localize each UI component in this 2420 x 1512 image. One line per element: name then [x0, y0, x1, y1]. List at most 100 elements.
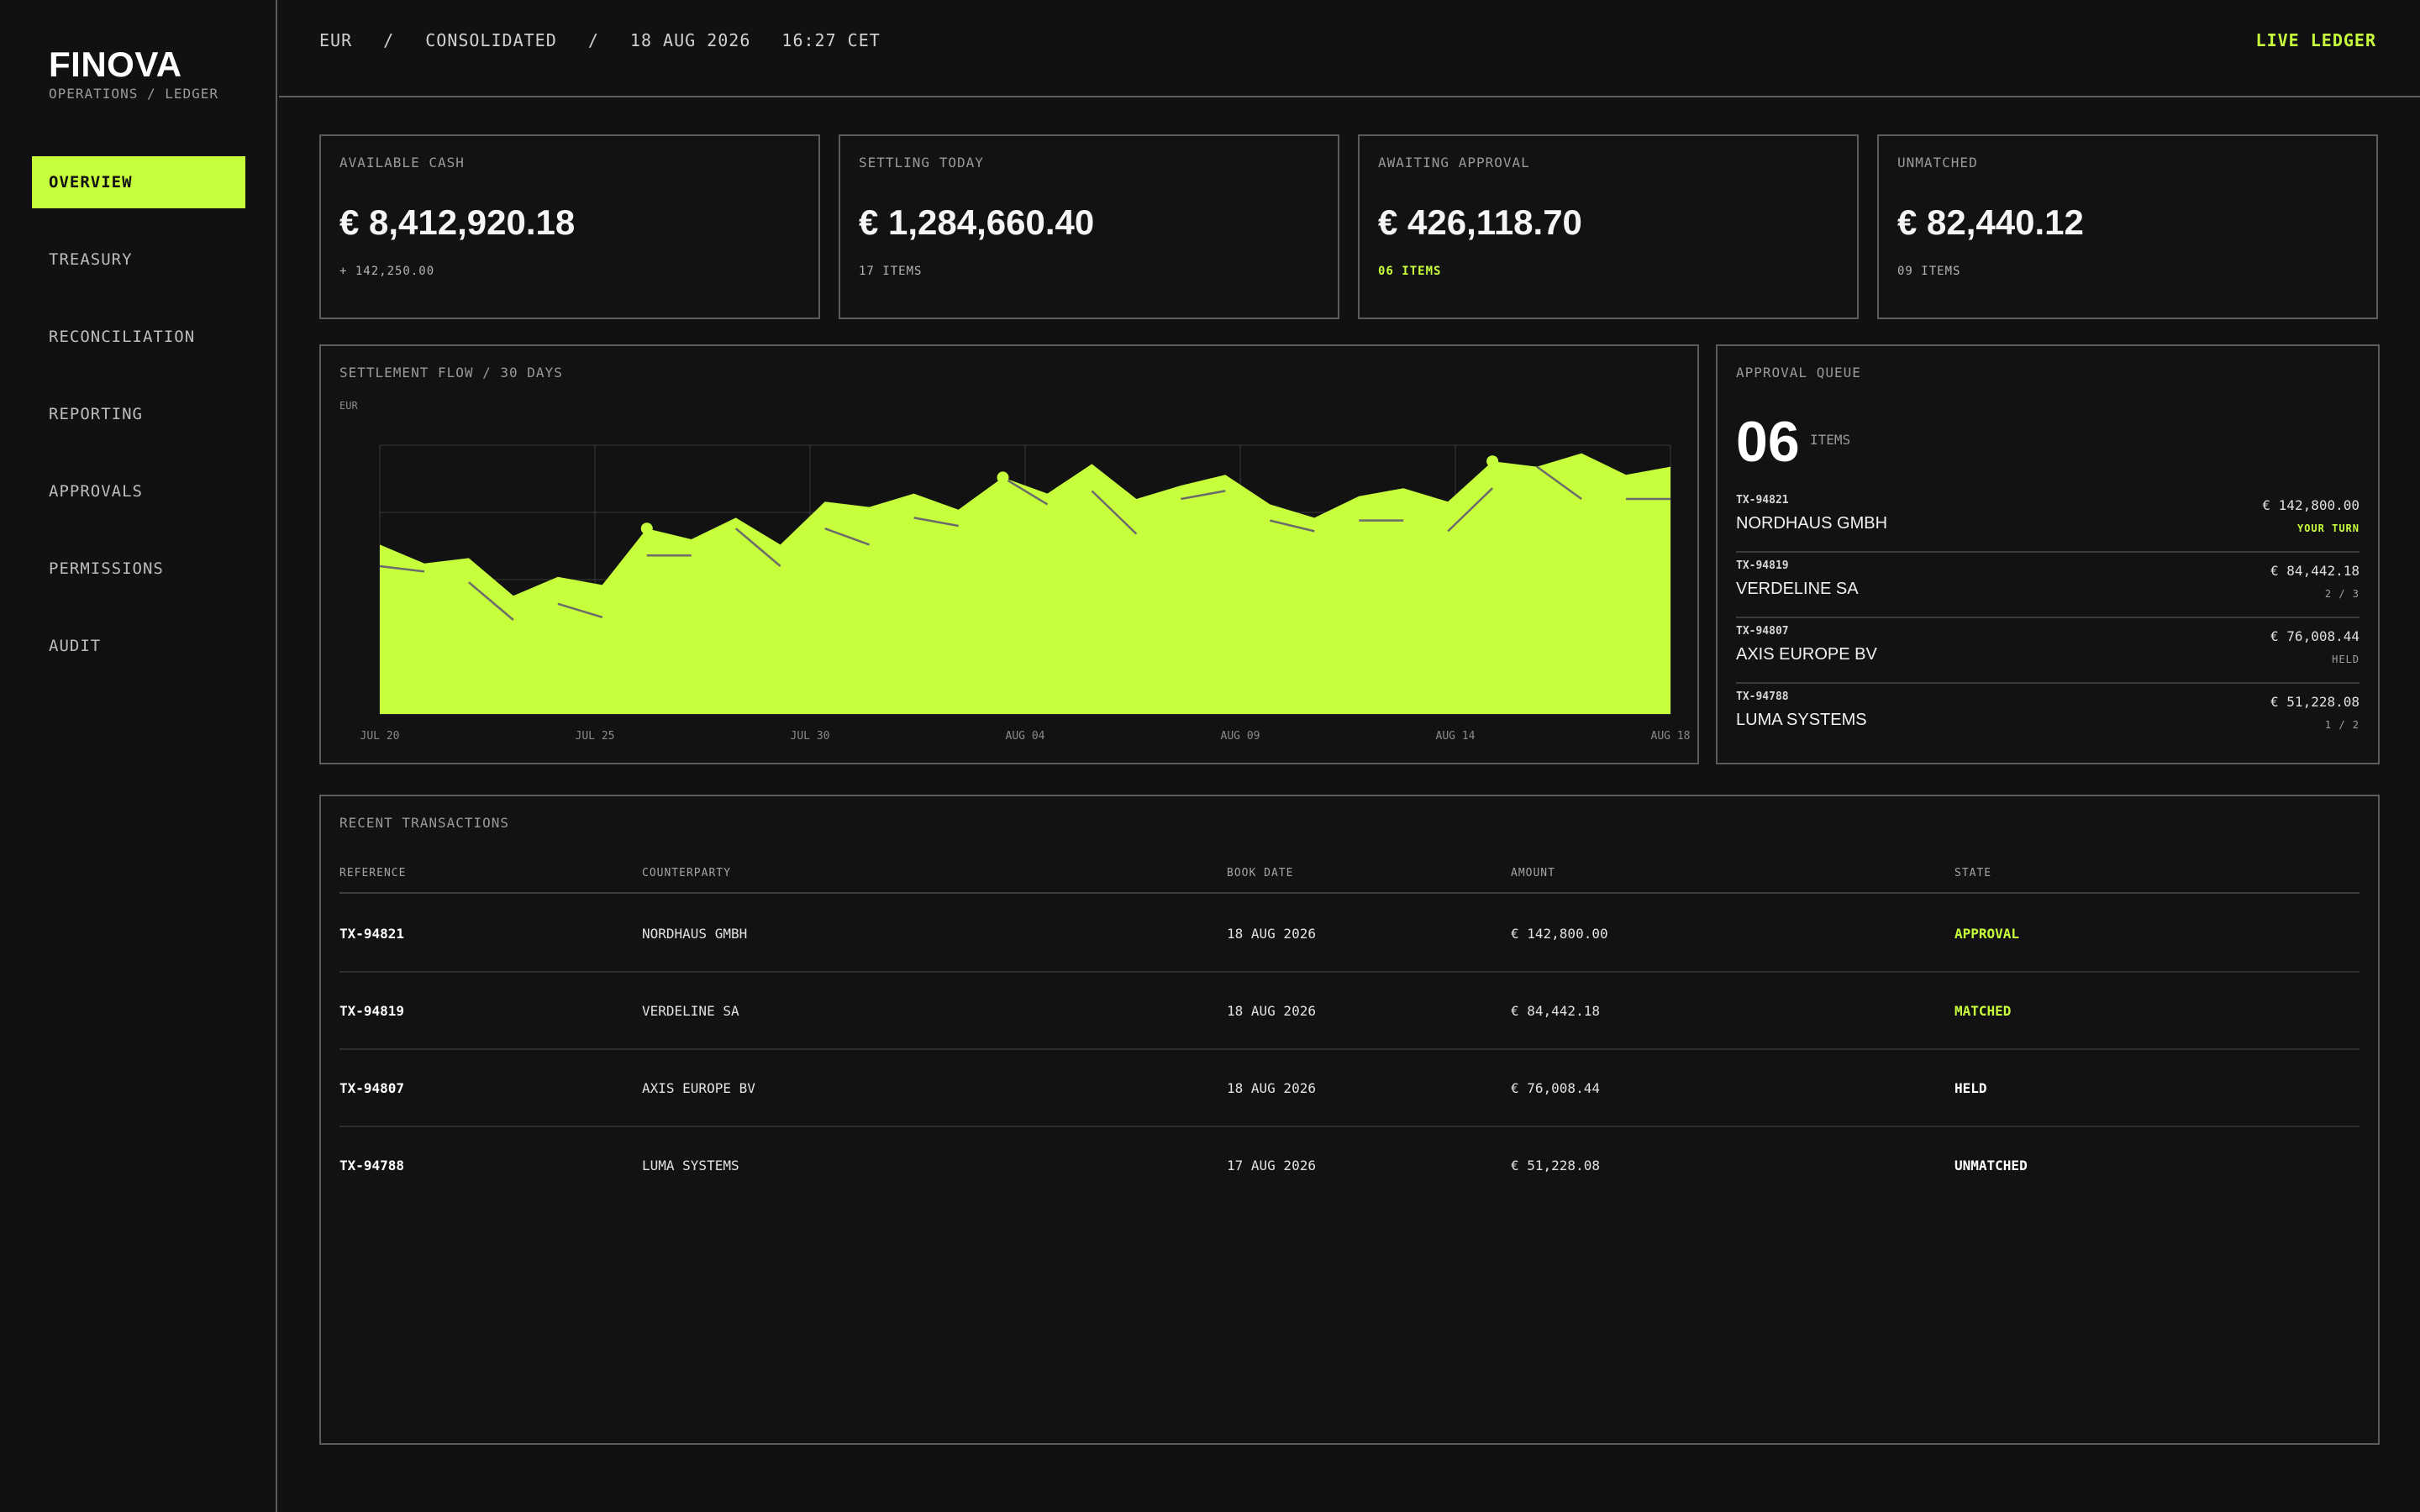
x-axis-tick-label: AUG 18: [1651, 730, 1691, 743]
kpi-count: 17 ITEMS: [859, 265, 923, 278]
kpi-label: SETTLING TODAY: [859, 155, 984, 171]
recent-transactions: RECENT TRANSACTIONS REFERENCE COUNTERPAR…: [319, 795, 2380, 1445]
queue-ref: TX-94821: [1736, 494, 1789, 507]
sidebar-item-reconciliation[interactable]: RECONCILIATION: [32, 311, 245, 363]
kpi-count: 06 ITEMS: [1378, 265, 1442, 278]
kpi-value: € 1,284,660.40: [859, 202, 1095, 242]
queue-amount: € 76,008.44: [2270, 628, 2360, 644]
column-header-state[interactable]: STATE: [1954, 867, 1991, 879]
cell-counterparty: LUMA SYSTEMS: [642, 1158, 739, 1173]
sidebar-item-approvals[interactable]: APPROVALS: [32, 465, 245, 517]
table-row[interactable]: TX-94821 NORDHAUS GMBH 18 AUG 2026 € 142…: [339, 895, 2360, 973]
column-header-counterparty[interactable]: COUNTERPARTY: [642, 867, 731, 879]
kpi-settling-today[interactable]: SETTLING TODAY € 1,284,660.40 17 ITEMS: [839, 134, 1339, 319]
sidebar-item-reporting[interactable]: REPORTING: [32, 388, 245, 440]
data-point-marker: [640, 522, 653, 535]
approval-queue: APPROVAL QUEUE 06 ITEMS TX-94821 NORDHAU…: [1716, 344, 2380, 764]
crumb-separator: /: [383, 30, 395, 50]
cell-amount: € 84,442.18: [1511, 1003, 1600, 1019]
breadcrumb: EUR / CONSOLIDATED / 18 AUG 2026 16:27 C…: [319, 30, 901, 50]
cell-book-date: 18 AUG 2026: [1227, 1003, 1316, 1019]
kpi-value: € 426,118.70: [1378, 202, 1582, 242]
brand-name: FINOVA: [49, 45, 182, 84]
queue-ref: TX-94819: [1736, 559, 1789, 572]
kpi-value: € 8,412,920.18: [339, 202, 576, 242]
queue-amount: € 142,800.00: [2262, 497, 2360, 513]
kpi-available-cash[interactable]: AVAILABLE CASH € 8,412,920.18 + 142,250.…: [319, 134, 820, 319]
kpi-awaiting-approval[interactable]: AWAITING APPROVAL € 426,118.70 06 ITEMS: [1358, 134, 1859, 319]
data-point-marker: [997, 471, 1009, 484]
cell-reference: TX-94807: [339, 1080, 405, 1096]
cell-state: HELD: [1954, 1080, 1987, 1096]
x-axis-tick-label: AUG 14: [1436, 730, 1476, 743]
table-row[interactable]: TX-94807 AXIS EUROPE BV 18 AUG 2026 € 76…: [339, 1050, 2360, 1127]
kpi-label: AVAILABLE CASH: [339, 155, 465, 171]
queue-count: 06: [1736, 410, 1800, 474]
kpi-unmatched[interactable]: UNMATCHED € 82,440.12 09 ITEMS: [1877, 134, 2378, 319]
queue-item[interactable]: TX-94788 LUMA SYSTEMS € 51,228.08 1 / 2: [1736, 684, 2360, 749]
queue-status: 1 / 2: [2324, 719, 2360, 731]
queue-ref: TX-94788: [1736, 690, 1789, 703]
table-row[interactable]: TX-94788 LUMA SYSTEMS 17 AUG 2026 € 51,2…: [339, 1127, 2360, 1205]
kpi-delta: + 142,250.00: [339, 265, 435, 278]
queue-count-label: ITEMS: [1810, 432, 1851, 448]
brand: FINOVA OPERATIONS / LEDGER: [49, 47, 218, 102]
kpi-value: € 82,440.12: [1897, 202, 2084, 242]
sidebar: FINOVA OPERATIONS / LEDGER OVERVIEW TREA…: [0, 0, 277, 1512]
queue-counterparty: VERDELINE SA: [1736, 580, 1859, 598]
sidebar-item-overview[interactable]: OVERVIEW: [32, 156, 245, 208]
sidebar-nav: OVERVIEW TREASURY RECONCILIATION REPORTI…: [32, 156, 245, 697]
settlement-flow-chart: SETTLEMENT FLOW / 30 DAYS EUR JUL 20 JUL …: [319, 344, 1699, 764]
cell-state: UNMATCHED: [1954, 1158, 2028, 1173]
cell-state: MATCHED: [1954, 1003, 2012, 1019]
brand-subtitle: OPERATIONS / LEDGER: [49, 86, 219, 102]
cell-amount: € 51,228.08: [1511, 1158, 1600, 1173]
cell-reference: TX-94819: [339, 1003, 405, 1019]
table-body: TX-94821 NORDHAUS GMBH 18 AUG 2026 € 142…: [339, 895, 2360, 1205]
queue-title: APPROVAL QUEUE: [1736, 365, 1861, 381]
cell-amount: € 142,800.00: [1511, 926, 1608, 942]
kpi-label: UNMATCHED: [1897, 155, 1978, 171]
crumb-scope[interactable]: CONSOLIDATED: [425, 30, 557, 50]
table-row[interactable]: TX-94819 VERDELINE SA 18 AUG 2026 € 84,4…: [339, 973, 2360, 1050]
live-ledger-indicator[interactable]: LIVE LEDGER: [2256, 30, 2376, 50]
cell-book-date: 17 AUG 2026: [1227, 1158, 1316, 1173]
cell-reference: TX-94821: [339, 926, 405, 942]
crumb-currency[interactable]: EUR: [319, 30, 352, 50]
column-header-reference[interactable]: REFERENCE: [339, 867, 406, 879]
chart-canvas: JUL 20 JUL 25 JUL 30 AUG 04 AUG 09 AUG 14 AUG …: [360, 444, 1691, 743]
cell-counterparty: NORDHAUS GMBH: [642, 926, 748, 942]
queue-item[interactable]: TX-94807 AXIS EUROPE BV € 76,008.44 HELD: [1736, 618, 2360, 684]
sidebar-item-audit[interactable]: AUDIT: [32, 620, 245, 672]
table-header: REFERENCE COUNTERPARTY BOOK DATE AMOUNT …: [339, 860, 2360, 894]
data-point-marker: [1486, 455, 1499, 468]
x-axis-tick-label: JUL 25: [576, 730, 615, 743]
crumb-time: 16:27 CET: [781, 30, 881, 50]
kpi-label: AWAITING APPROVAL: [1378, 155, 1530, 171]
queue-item[interactable]: TX-94819 VERDELINE SA € 84,442.18 2 / 3: [1736, 553, 2360, 618]
queue-amount: € 51,228.08: [2270, 694, 2360, 710]
queue-item[interactable]: TX-94821 NORDHAUS GMBH € 142,800.00 YOUR…: [1736, 487, 2360, 553]
queue-counterparty: LUMA SYSTEMS: [1736, 711, 1867, 729]
queue-counterparty: NORDHAUS GMBH: [1736, 514, 1888, 533]
cell-amount: € 76,008.44: [1511, 1080, 1600, 1096]
queue-status: 2 / 3: [2324, 588, 2360, 600]
queue-status: HELD: [2332, 654, 2360, 665]
cell-reference: TX-94788: [339, 1158, 405, 1173]
queue-ref: TX-94807: [1736, 625, 1789, 638]
top-bar: EUR / CONSOLIDATED / 18 AUG 2026 16:27 C…: [279, 0, 2420, 97]
crumb-date: 18 AUG 2026: [629, 30, 751, 50]
x-axis-tick-label: AUG 04: [1006, 730, 1045, 743]
sidebar-item-treasury[interactable]: TREASURY: [32, 234, 245, 286]
x-axis-tick-label: JUL 20: [360, 730, 400, 743]
cell-counterparty: VERDELINE SA: [642, 1003, 739, 1019]
column-header-book-date[interactable]: BOOK DATE: [1227, 867, 1293, 879]
column-header-amount[interactable]: AMOUNT: [1511, 867, 1555, 879]
sidebar-item-permissions[interactable]: PERMISSIONS: [32, 543, 245, 595]
settlement-area-series: [380, 453, 1670, 714]
x-axis-tick-label: AUG 09: [1221, 730, 1260, 743]
cell-book-date: 18 AUG 2026: [1227, 926, 1316, 942]
kpi-count: 09 ITEMS: [1897, 265, 1961, 278]
cell-book-date: 18 AUG 2026: [1227, 1080, 1316, 1096]
cell-state: APPROVAL: [1954, 926, 2020, 942]
